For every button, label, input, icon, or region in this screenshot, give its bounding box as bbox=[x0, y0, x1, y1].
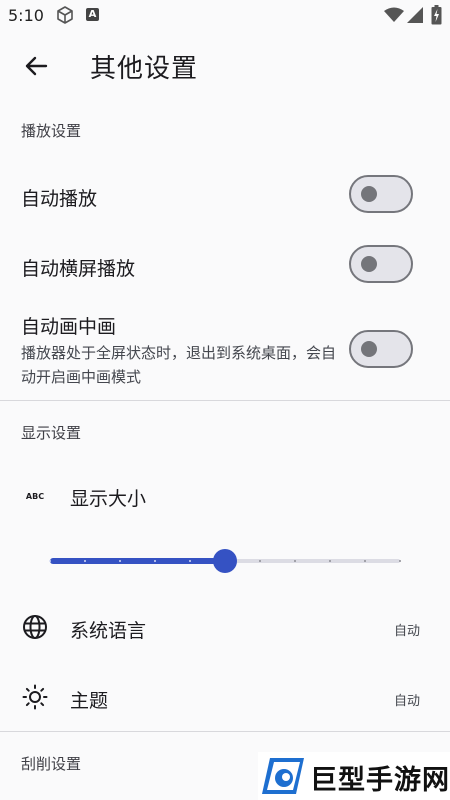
slider-tick bbox=[119, 560, 121, 562]
slider-tick bbox=[364, 560, 366, 562]
slider-tick bbox=[259, 560, 261, 562]
setting-label: 主题 bbox=[70, 690, 109, 712]
setting-label: 自动横屏播放 bbox=[21, 258, 136, 280]
status-bar: 5:10 A bbox=[0, 0, 450, 32]
section-header-scrape: 刮削设置 bbox=[21, 755, 82, 773]
signal-icon bbox=[407, 7, 423, 23]
setting-row-auto-landscape[interactable]: 自动横屏播放 bbox=[0, 230, 450, 300]
watermark-logo-icon bbox=[262, 758, 304, 794]
setting-value: 自动 bbox=[393, 694, 420, 709]
wifi-icon bbox=[384, 7, 404, 22]
auto-play-switch[interactable] bbox=[349, 175, 413, 213]
screen: 5:10 A 其他设置 播放设置 自动播放 自动横屏播放 自动画中画 播放器处于… bbox=[0, 0, 450, 800]
abc-text-size-icon: ABC bbox=[26, 492, 44, 501]
slider-tick bbox=[154, 560, 156, 562]
a-icon: A bbox=[86, 8, 99, 21]
setting-row-auto-play[interactable]: 自动播放 bbox=[0, 160, 450, 230]
slider-thumb[interactable] bbox=[213, 549, 237, 573]
watermark: 巨型手游网 bbox=[258, 752, 450, 800]
page-title: 其他设置 bbox=[90, 54, 199, 84]
auto-landscape-switch[interactable] bbox=[349, 245, 413, 283]
watermark-text: 巨型手游网 bbox=[310, 765, 450, 796]
cube-icon bbox=[57, 6, 73, 24]
switch-knob bbox=[361, 341, 377, 357]
setting-label: 自动画中画 bbox=[21, 316, 117, 338]
slider-tick bbox=[189, 560, 191, 562]
brightness-icon bbox=[22, 684, 48, 710]
status-time: 5:10 bbox=[8, 6, 44, 25]
slider-tick bbox=[294, 560, 296, 562]
setting-label: 自动播放 bbox=[21, 188, 98, 210]
setting-row-display-size: ABC 显示大小 bbox=[0, 466, 450, 526]
divider bbox=[0, 731, 450, 732]
section-header-playback: 播放设置 bbox=[21, 122, 82, 140]
setting-row-auto-pip[interactable]: 自动画中画 播放器处于全屏状态时，退出到系统桌面，会自动开启画中画模式 bbox=[0, 300, 450, 398]
auto-pip-switch[interactable] bbox=[349, 330, 413, 368]
slider-track-fill bbox=[50, 558, 225, 564]
divider bbox=[0, 400, 450, 401]
setting-value: 自动 bbox=[393, 624, 420, 639]
slider-tick bbox=[49, 560, 51, 562]
arrow-left-icon[interactable] bbox=[20, 50, 52, 82]
slider-tick bbox=[84, 560, 86, 562]
setting-row-theme[interactable]: 主题 自动 bbox=[0, 666, 450, 730]
setting-label: 显示大小 bbox=[70, 488, 147, 510]
slider-tick bbox=[329, 560, 331, 562]
setting-label: 系统语言 bbox=[70, 620, 147, 642]
switch-knob bbox=[361, 256, 377, 272]
battery-icon bbox=[431, 5, 442, 25]
setting-row-language[interactable]: 系统语言 自动 bbox=[0, 596, 450, 660]
setting-description: 播放器处于全屏状态时，退出到系统桌面，会自动开启画中画模式 bbox=[21, 344, 337, 386]
slider-tick bbox=[399, 560, 401, 562]
switch-knob bbox=[361, 186, 377, 202]
section-header-display: 显示设置 bbox=[21, 424, 82, 442]
display-size-slider[interactable] bbox=[48, 548, 402, 574]
abc-glyph: ABC bbox=[26, 492, 44, 501]
globe-icon bbox=[23, 615, 47, 639]
